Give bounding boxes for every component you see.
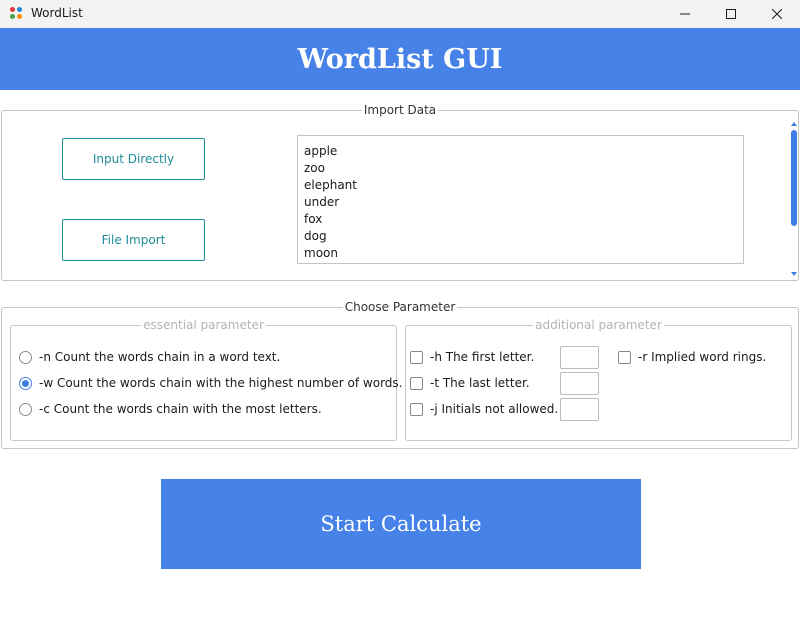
page-title: WordList GUI [297,43,503,75]
checkbox-option-r[interactable]: -r Implied word rings. [618,350,766,364]
checkbox-option-j[interactable]: -j Initials not allowed. [410,402,558,416]
maximize-button[interactable] [708,0,754,28]
window-title: WordList [31,6,83,20]
radio-label-w: -w Count the words chain with the highes… [39,376,403,390]
input-directly-button[interactable]: Input Directly [62,138,205,180]
checkbox-r[interactable] [618,350,631,364]
scroll-up-icon[interactable] [791,122,797,126]
word-item: elephant [304,178,357,192]
radio-option-w[interactable]: -w Count the words chain with the highes… [19,376,402,390]
import-data-legend: Import Data [363,103,437,117]
minimize-button[interactable] [662,0,708,28]
scroll-thumb[interactable] [791,130,797,226]
word-list-textarea[interactable]: apple zoo elephant under fox dog moon [297,135,744,264]
word-item: under [304,195,340,209]
minimize-icon [680,13,690,15]
file-import-button[interactable]: File Import [62,219,205,261]
app-dots-icon [10,7,24,21]
checkbox-label-r: -r Implied word rings. [638,350,767,364]
maximize-icon [726,9,736,19]
checkbox-t[interactable] [410,376,423,390]
additional-parameter-legend: additional parameter [535,318,662,332]
radio-option-c[interactable]: -c Count the words chain with the most l… [19,402,322,416]
scroll-down-icon[interactable] [791,272,797,276]
first-letter-input[interactable] [560,346,599,369]
word-item: fox [304,212,323,226]
radio-label-n: -n Count the words chain in a word text. [39,350,281,364]
checkbox-option-h[interactable]: -h The first letter. [410,350,534,364]
radio-button-w[interactable] [19,376,32,390]
checkbox-label-j: -j Initials not allowed. [430,402,559,416]
word-item: zoo [304,161,325,175]
initials-not-allowed-input[interactable] [560,398,599,421]
checkbox-h[interactable] [410,350,423,364]
checkbox-label-h: -h The first letter. [430,350,535,364]
radio-button-c[interactable] [19,402,32,416]
essential-parameter-legend: essential parameter [143,318,264,332]
radio-option-n[interactable]: -n Count the words chain in a word text. [19,350,280,364]
vertical-scrollbar[interactable] [788,122,800,278]
checkbox-option-t[interactable]: -t The last letter. [410,376,530,390]
start-calculate-button[interactable]: Start Calculate [161,479,641,569]
choose-parameter-legend: Choose Parameter [344,300,456,314]
title-bar: WordList [0,0,800,28]
header-banner: WordList GUI [0,28,800,90]
checkbox-j[interactable] [410,402,423,416]
word-item: apple [304,144,338,158]
checkbox-label-t: -t The last letter. [430,376,530,390]
radio-label-c: -c Count the words chain with the most l… [39,402,322,416]
close-button[interactable] [754,0,800,28]
radio-button-n[interactable] [19,350,32,364]
word-item: dog [304,229,327,243]
last-letter-input[interactable] [560,372,599,395]
close-icon [772,9,782,19]
word-item: moon [304,246,338,260]
